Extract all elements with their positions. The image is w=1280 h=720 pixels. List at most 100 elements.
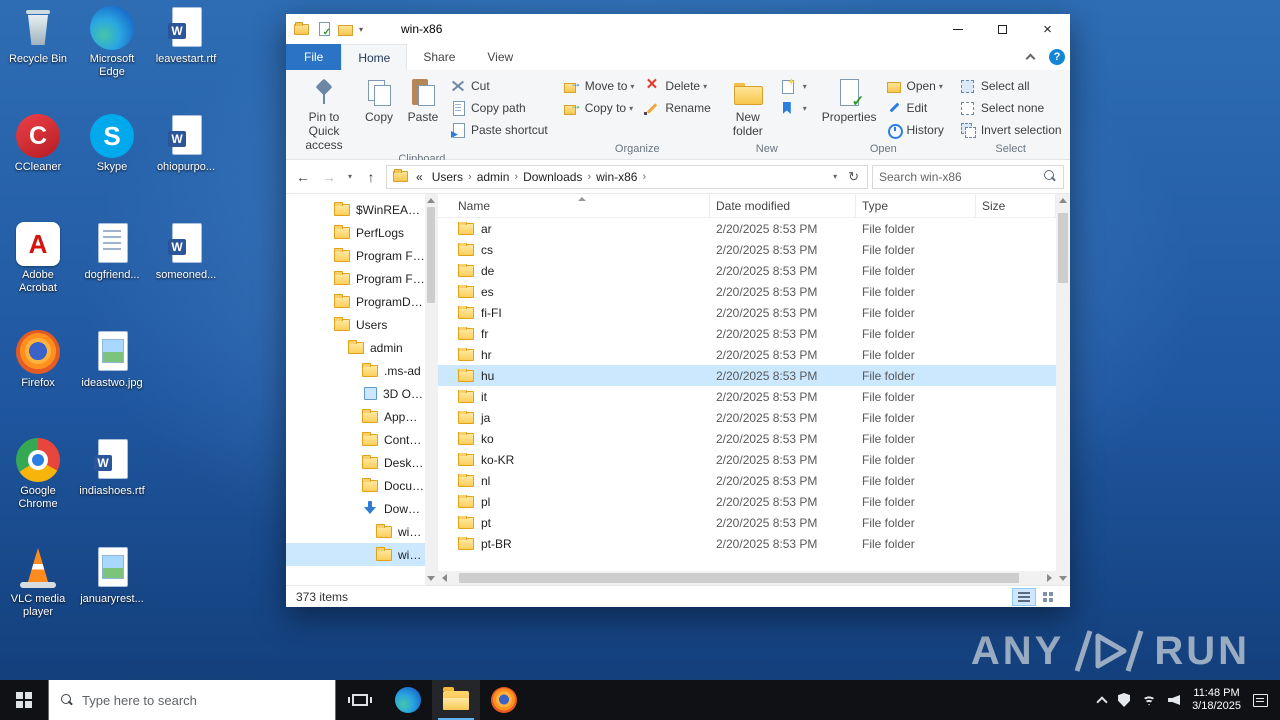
- tree-item-documents[interactable]: Documents: [286, 474, 425, 497]
- tree-item-programdata[interactable]: ProgramData: [286, 290, 425, 313]
- open-button[interactable]: Open ▾: [881, 75, 949, 97]
- paste-shortcut-button[interactable]: Paste shortcut: [445, 119, 553, 141]
- tree-item-program-files[interactable]: Program Files: [286, 244, 425, 267]
- file-row-pt-br[interactable]: pt-BR 2/20/2025 8:53 PM File folder: [438, 533, 1056, 554]
- desktop-icon-firefox[interactable]: Firefox: [2, 330, 74, 390]
- tree-item-ms-ad[interactable]: .ms-ad: [286, 359, 425, 382]
- breadcrumb-overflow[interactable]: «: [416, 170, 423, 184]
- hidden-icons-chevron-icon[interactable]: [1096, 696, 1108, 708]
- breadcrumb-item-win-x86[interactable]: win-x86: [591, 170, 642, 184]
- properties-button[interactable]: Properties: [818, 72, 881, 124]
- breadcrumb-item-downloads[interactable]: Downloads: [518, 170, 587, 184]
- search-box[interactable]: [872, 164, 1064, 189]
- column-header-size[interactable]: Size: [976, 194, 1056, 217]
- up-button[interactable]: ↑: [360, 166, 382, 188]
- file-row-de[interactable]: de 2/20/2025 8:53 PM File folder: [438, 260, 1056, 281]
- desktop-icon-ohiopurpo[interactable]: ohiopurpo...: [150, 114, 222, 174]
- desktop-icon-vlc-media-player[interactable]: VLC media player: [2, 546, 74, 619]
- desktop-icon-someoned[interactable]: someoned...: [150, 222, 222, 282]
- file-row-nl[interactable]: nl 2/20/2025 8:53 PM File folder: [438, 470, 1056, 491]
- desktop-icon-ccleaner[interactable]: CCleaner: [2, 114, 74, 174]
- taskbar-file-explorer-button[interactable]: [432, 680, 480, 720]
- volume-icon[interactable]: [1168, 695, 1181, 705]
- rename-button[interactable]: Rename: [639, 97, 715, 119]
- tab-view[interactable]: View: [471, 44, 529, 70]
- desktop-icon-microsoft-edge[interactable]: Microsoft Edge: [76, 6, 148, 79]
- pin-to-quick-access-button[interactable]: Pin to Quick access: [291, 72, 357, 152]
- search-input[interactable]: [879, 169, 1044, 184]
- file-row-hu[interactable]: hu 2/20/2025 8:53 PM File folder: [438, 365, 1056, 386]
- tree-item-3d-objects[interactable]: 3D Objects: [286, 382, 425, 405]
- file-row-pl[interactable]: pl 2/20/2025 8:53 PM File folder: [438, 491, 1056, 512]
- file-row-ar[interactable]: ar 2/20/2025 8:53 PM File folder: [438, 218, 1056, 239]
- tree-item-users[interactable]: Users: [286, 313, 425, 336]
- desktop-icon-google-chrome[interactable]: Google Chrome: [2, 438, 74, 511]
- desktop-icon-dogfriend[interactable]: dogfriend...: [76, 222, 148, 282]
- file-row-fi-fi[interactable]: fi-FI 2/20/2025 8:53 PM File folder: [438, 302, 1056, 323]
- tree-item-win-x64[interactable]: win-x64: [286, 520, 425, 543]
- copy-button[interactable]: Copy: [357, 72, 401, 124]
- column-header-date-modified[interactable]: Date modified: [710, 194, 856, 217]
- copy-to-button[interactable]: Copy to▾: [559, 97, 640, 119]
- tab-share[interactable]: Share: [407, 44, 471, 70]
- edit-button[interactable]: Edit: [881, 97, 949, 119]
- copy-path-button[interactable]: Copy path: [445, 97, 553, 119]
- scroll-up-icon[interactable]: [1059, 198, 1067, 203]
- delete-button[interactable]: Delete▾: [639, 74, 715, 97]
- file-row-cs[interactable]: cs 2/20/2025 8:53 PM File folder: [438, 239, 1056, 260]
- new-folder-button[interactable]: New folder: [722, 72, 774, 138]
- taskbar-firefox-button[interactable]: [480, 680, 528, 720]
- collapse-ribbon-button[interactable]: [1016, 44, 1044, 70]
- file-row-ko-kr[interactable]: ko-KR 2/20/2025 8:53 PM File folder: [438, 449, 1056, 470]
- move-to-button[interactable]: Move to▾: [559, 75, 640, 97]
- address-box[interactable]: « Users › admin › Downloads › win-x86 › ▾ ↻: [386, 164, 868, 189]
- taskbar-edge-button[interactable]: [384, 680, 432, 720]
- quick-access-properties-icon[interactable]: [317, 22, 331, 38]
- task-view-button[interactable]: [336, 680, 384, 720]
- tree-item-admin[interactable]: admin: [286, 336, 425, 359]
- tree-item-program-files[interactable]: Program Files: [286, 267, 425, 290]
- network-icon[interactable]: [1142, 694, 1157, 706]
- recent-locations-chevron-icon[interactable]: ▾: [344, 166, 356, 188]
- back-button[interactable]: ←: [292, 166, 314, 188]
- desktop-icon-adobe-acrobat[interactable]: Adobe Acrobat: [2, 222, 74, 295]
- file-row-fr[interactable]: fr 2/20/2025 8:53 PM File folder: [438, 323, 1056, 344]
- new-item-button[interactable]: ▾: [774, 75, 812, 97]
- desktop-icon-skype[interactable]: Skype: [76, 114, 148, 174]
- tree-item-perflogs[interactable]: PerfLogs: [286, 221, 425, 244]
- taskbar-clock[interactable]: 11:48 PM 3/18/2025: [1192, 687, 1241, 713]
- tab-file[interactable]: File: [286, 44, 342, 70]
- column-header-name[interactable]: Name: [438, 194, 710, 217]
- help-button[interactable]: ?: [1044, 44, 1070, 70]
- tree-item-downloads[interactable]: Downloads: [286, 497, 425, 520]
- address-dropdown-chevron-icon[interactable]: ▾: [828, 172, 842, 181]
- desktop-icon-januaryrest[interactable]: januaryrest...: [76, 546, 148, 606]
- breadcrumb-separator-icon[interactable]: ›: [642, 171, 646, 183]
- thumbnails-view-button[interactable]: [1036, 588, 1060, 606]
- column-header-type[interactable]: Type: [856, 194, 976, 217]
- file-row-es[interactable]: es 2/20/2025 8:53 PM File folder: [438, 281, 1056, 302]
- start-button[interactable]: [0, 680, 48, 720]
- tree-item-appdata[interactable]: AppData: [286, 405, 425, 428]
- tree-item-win-x86[interactable]: win-x86: [286, 543, 425, 566]
- scroll-left-icon[interactable]: [442, 574, 447, 582]
- history-button[interactable]: History: [881, 119, 949, 141]
- details-view-button[interactable]: [1012, 587, 1036, 606]
- tree-item-winreagent[interactable]: $WinREAgent: [286, 198, 425, 221]
- scroll-down-icon[interactable]: [1059, 576, 1067, 581]
- desktop-icon-ideastwo-jpg[interactable]: ideastwo.jpg: [76, 330, 148, 390]
- tree-scrollbar[interactable]: [425, 194, 437, 585]
- invert-selection-button[interactable]: Invert selection: [955, 119, 1067, 141]
- scroll-down-icon[interactable]: [427, 576, 435, 581]
- close-button[interactable]: ×: [1025, 14, 1070, 44]
- breadcrumb-item-users[interactable]: Users: [427, 170, 468, 184]
- file-row-hr[interactable]: hr 2/20/2025 8:53 PM File folder: [438, 344, 1056, 365]
- tab-home[interactable]: Home: [341, 44, 408, 70]
- forward-button[interactable]: →: [318, 166, 340, 188]
- desktop-icon-recycle-bin[interactable]: Recycle Bin: [2, 6, 74, 66]
- file-row-ja[interactable]: ja 2/20/2025 8:53 PM File folder: [438, 407, 1056, 428]
- file-row-ko[interactable]: ko 2/20/2025 8:53 PM File folder: [438, 428, 1056, 449]
- desktop-icon-leavestart-rtf[interactable]: leavestart.rtf: [150, 6, 222, 66]
- refresh-icon[interactable]: ↻: [844, 169, 863, 185]
- tree-item-desktop[interactable]: Desktop: [286, 451, 425, 474]
